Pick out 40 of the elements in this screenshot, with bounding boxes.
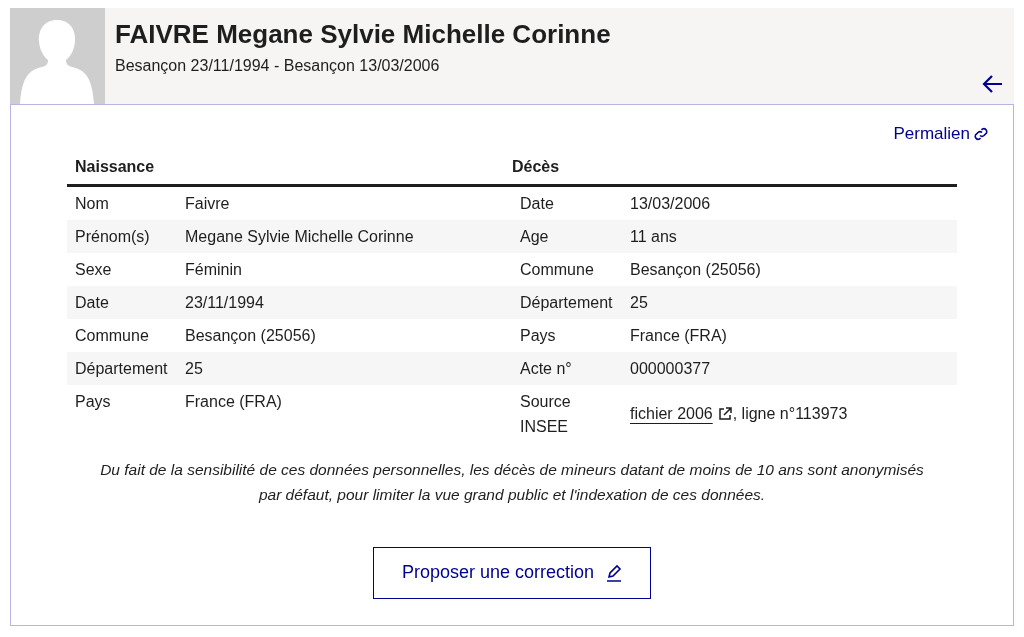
table-cell-text: Date (519, 193, 555, 214)
pencil-icon (606, 563, 623, 582)
table-cell-text: Pays (519, 325, 557, 346)
external-link-icon (716, 405, 733, 422)
table-cell-text: Prénom(s) (74, 226, 151, 247)
table-cell-text: Besançon (25056) (185, 325, 317, 346)
table-cell-text: France (FRA) (630, 325, 727, 346)
table-cell-text: Pays (74, 391, 112, 412)
back-arrow-icon[interactable] (982, 74, 1004, 94)
table-cell-text: Féminin (185, 259, 243, 280)
life-dates: Besançon 23/11/1994 - Besançon 13/03/2006 (115, 56, 441, 76)
column-header: Décès (512, 157, 560, 177)
table-cell-text: Département (74, 358, 169, 379)
table-cell-text: 13/03/2006 (630, 193, 711, 214)
source-file-link[interactable]: fichier 2006 (630, 401, 733, 426)
table-cell-text: Age (519, 226, 550, 247)
table-cell-text: Sexe (74, 259, 113, 280)
table-cell-text: Commune (74, 325, 150, 346)
table-cell-text: 11 ans (630, 226, 677, 247)
table-cell-text: Département (519, 292, 614, 313)
table-cell-text: 25 (630, 292, 648, 313)
table-cell-text: 000000377 (630, 358, 711, 379)
table-cell-text: Faivre (185, 193, 231, 214)
source-line-number: , ligne n°113973 (732, 403, 848, 424)
permalink-link[interactable]: Permalien (893, 121, 989, 147)
table-cell-text: France (FRA) (185, 391, 283, 412)
table-cell-text: Nom (74, 193, 110, 214)
table-cell-text: Megane Sylvie Michelle Corinne (185, 226, 415, 247)
column-header: Naissance (74, 157, 156, 177)
table-cell-text: 23/11/1994 (185, 292, 265, 313)
table-cell-text: Acte n° (519, 358, 573, 379)
propose-correction-button[interactable]: Proposer une correction (372, 546, 652, 599)
table-cell-text: Besançon (25056) (630, 259, 761, 280)
table-cell-text: Source INSEE (519, 391, 572, 437)
table-cell-text: Commune (519, 259, 595, 280)
table-cell-text: Date (74, 292, 110, 313)
link-icon (973, 125, 989, 142)
privacy-notice: Du fait de la sensibilité de ces données personnelles, les décès de mineurs datant de moins de 10 ans sont anonymisés par défaut, pour limiter la vue grand public et l'indexation de ces données. (99, 459, 925, 505)
table-cell-text: 25 (185, 358, 204, 379)
person-name: FAIVRE Megane Sylvie Michelle Corinne (115, 18, 612, 50)
